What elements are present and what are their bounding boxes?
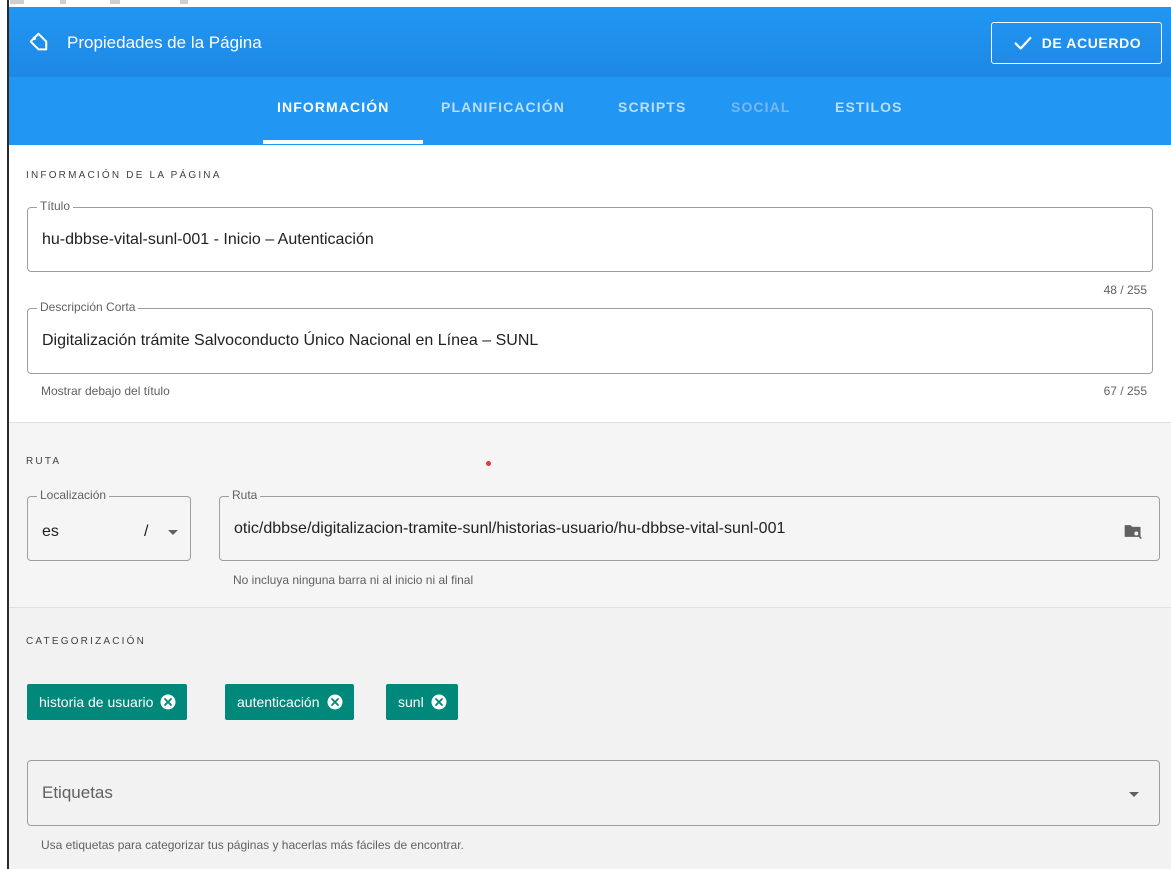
tag-chip[interactable]: sunl — [386, 684, 458, 720]
dialog-header: Propiedades de la Página DE ACUERDO — [9, 7, 1171, 77]
short-description-field[interactable]: Descripción Corta Digitalización trámite… — [27, 300, 1153, 374]
tag-chip-label: historia de usuario — [39, 694, 154, 710]
tags-placeholder: Etiquetas — [42, 783, 113, 802]
short-description-value: Digitalización trámite Salvoconducto Úni… — [42, 332, 539, 349]
tag-chip-label: autenticación — [237, 694, 320, 710]
short-description-hint: Mostrar debajo del título — [41, 384, 170, 398]
tag-icon — [29, 32, 48, 51]
categorization-section: CATEGORIZACIÓN historia de usuario auten… — [9, 607, 1171, 869]
page: Propiedades de la Página DE ACUERDO INFO… — [0, 0, 1171, 869]
cursor-dot — [486, 461, 491, 466]
close-circle-icon[interactable] — [430, 693, 448, 711]
tab-social: SOCIAL — [731, 99, 791, 115]
background-window-strip — [0, 0, 1171, 7]
tab-informacion[interactable]: INFORMACIÓN — [277, 99, 389, 115]
caret-down-icon — [168, 530, 178, 535]
folder-search-icon[interactable] — [1123, 521, 1143, 541]
section-title-route: RUTA — [26, 456, 62, 467]
caret-down-icon — [1129, 792, 1139, 797]
page-properties-dialog: Propiedades de la Página DE ACUERDO INFO… — [9, 7, 1171, 869]
tab-scripts[interactable]: SCRIPTS — [618, 99, 686, 115]
page-info-section: INFORMACIÓN DE LA PÁGINA Título hu-dbbse… — [9, 145, 1171, 422]
background-window-edge — [0, 0, 9, 869]
section-title-categorization: CATEGORIZACIÓN — [26, 636, 147, 647]
check-icon — [1014, 36, 1032, 50]
title-field-value: hu-dbbse-vital-sunl-001 - Inicio – Auten… — [42, 231, 374, 248]
tag-chip[interactable]: historia de usuario — [27, 684, 188, 720]
locale-legend: Localización — [37, 488, 110, 502]
short-description-counter: 67 / 255 — [1103, 384, 1147, 398]
title-field-legend: Título — [37, 199, 74, 213]
tags-select[interactable]: Etiquetas — [27, 760, 1160, 826]
ok-button-label: DE ACUERDO — [1041, 35, 1142, 51]
locale-select[interactable]: Localización es / — [27, 488, 191, 561]
path-field[interactable]: Ruta otic/dbbse/digitalizacion-tramite-s… — [219, 488, 1160, 561]
path-value: otic/dbbse/digitalizacion-tramite-sunl/h… — [234, 520, 786, 537]
locale-separator: / — [144, 523, 149, 540]
ok-button[interactable]: DE ACUERDO — [991, 22, 1162, 64]
path-legend: Ruta — [229, 488, 261, 502]
tag-chip[interactable]: autenticación — [225, 684, 354, 720]
short-description-legend: Descripción Corta — [37, 300, 139, 314]
tags-hint: Usa etiquetas para categorizar tus págin… — [41, 838, 464, 852]
tabs-bar: INFORMACIÓN PLANIFICACIÓN SCRIPTS SOCIAL… — [9, 77, 1171, 145]
title-counter: 48 / 255 — [1103, 283, 1147, 297]
dialog-title: Propiedades de la Página — [67, 33, 262, 52]
tag-chip-label: sunl — [398, 694, 424, 710]
tab-planificacion[interactable]: PLANIFICACIÓN — [441, 99, 565, 115]
path-hint: No incluya ninguna barra ni al inicio ni… — [233, 573, 474, 587]
active-tab-indicator — [263, 140, 423, 144]
section-title-info: INFORMACIÓN DE LA PÁGINA — [26, 170, 222, 181]
close-circle-icon[interactable] — [326, 693, 344, 711]
tab-estilos[interactable]: ESTILOS — [835, 99, 903, 115]
close-circle-icon[interactable] — [159, 693, 177, 711]
title-field[interactable]: Título hu-dbbse-vital-sunl-001 - Inicio … — [27, 199, 1153, 272]
route-section: RUTA Localización es / Ruta otic/dbbse/d… — [9, 422, 1171, 607]
locale-value: es — [42, 523, 59, 540]
